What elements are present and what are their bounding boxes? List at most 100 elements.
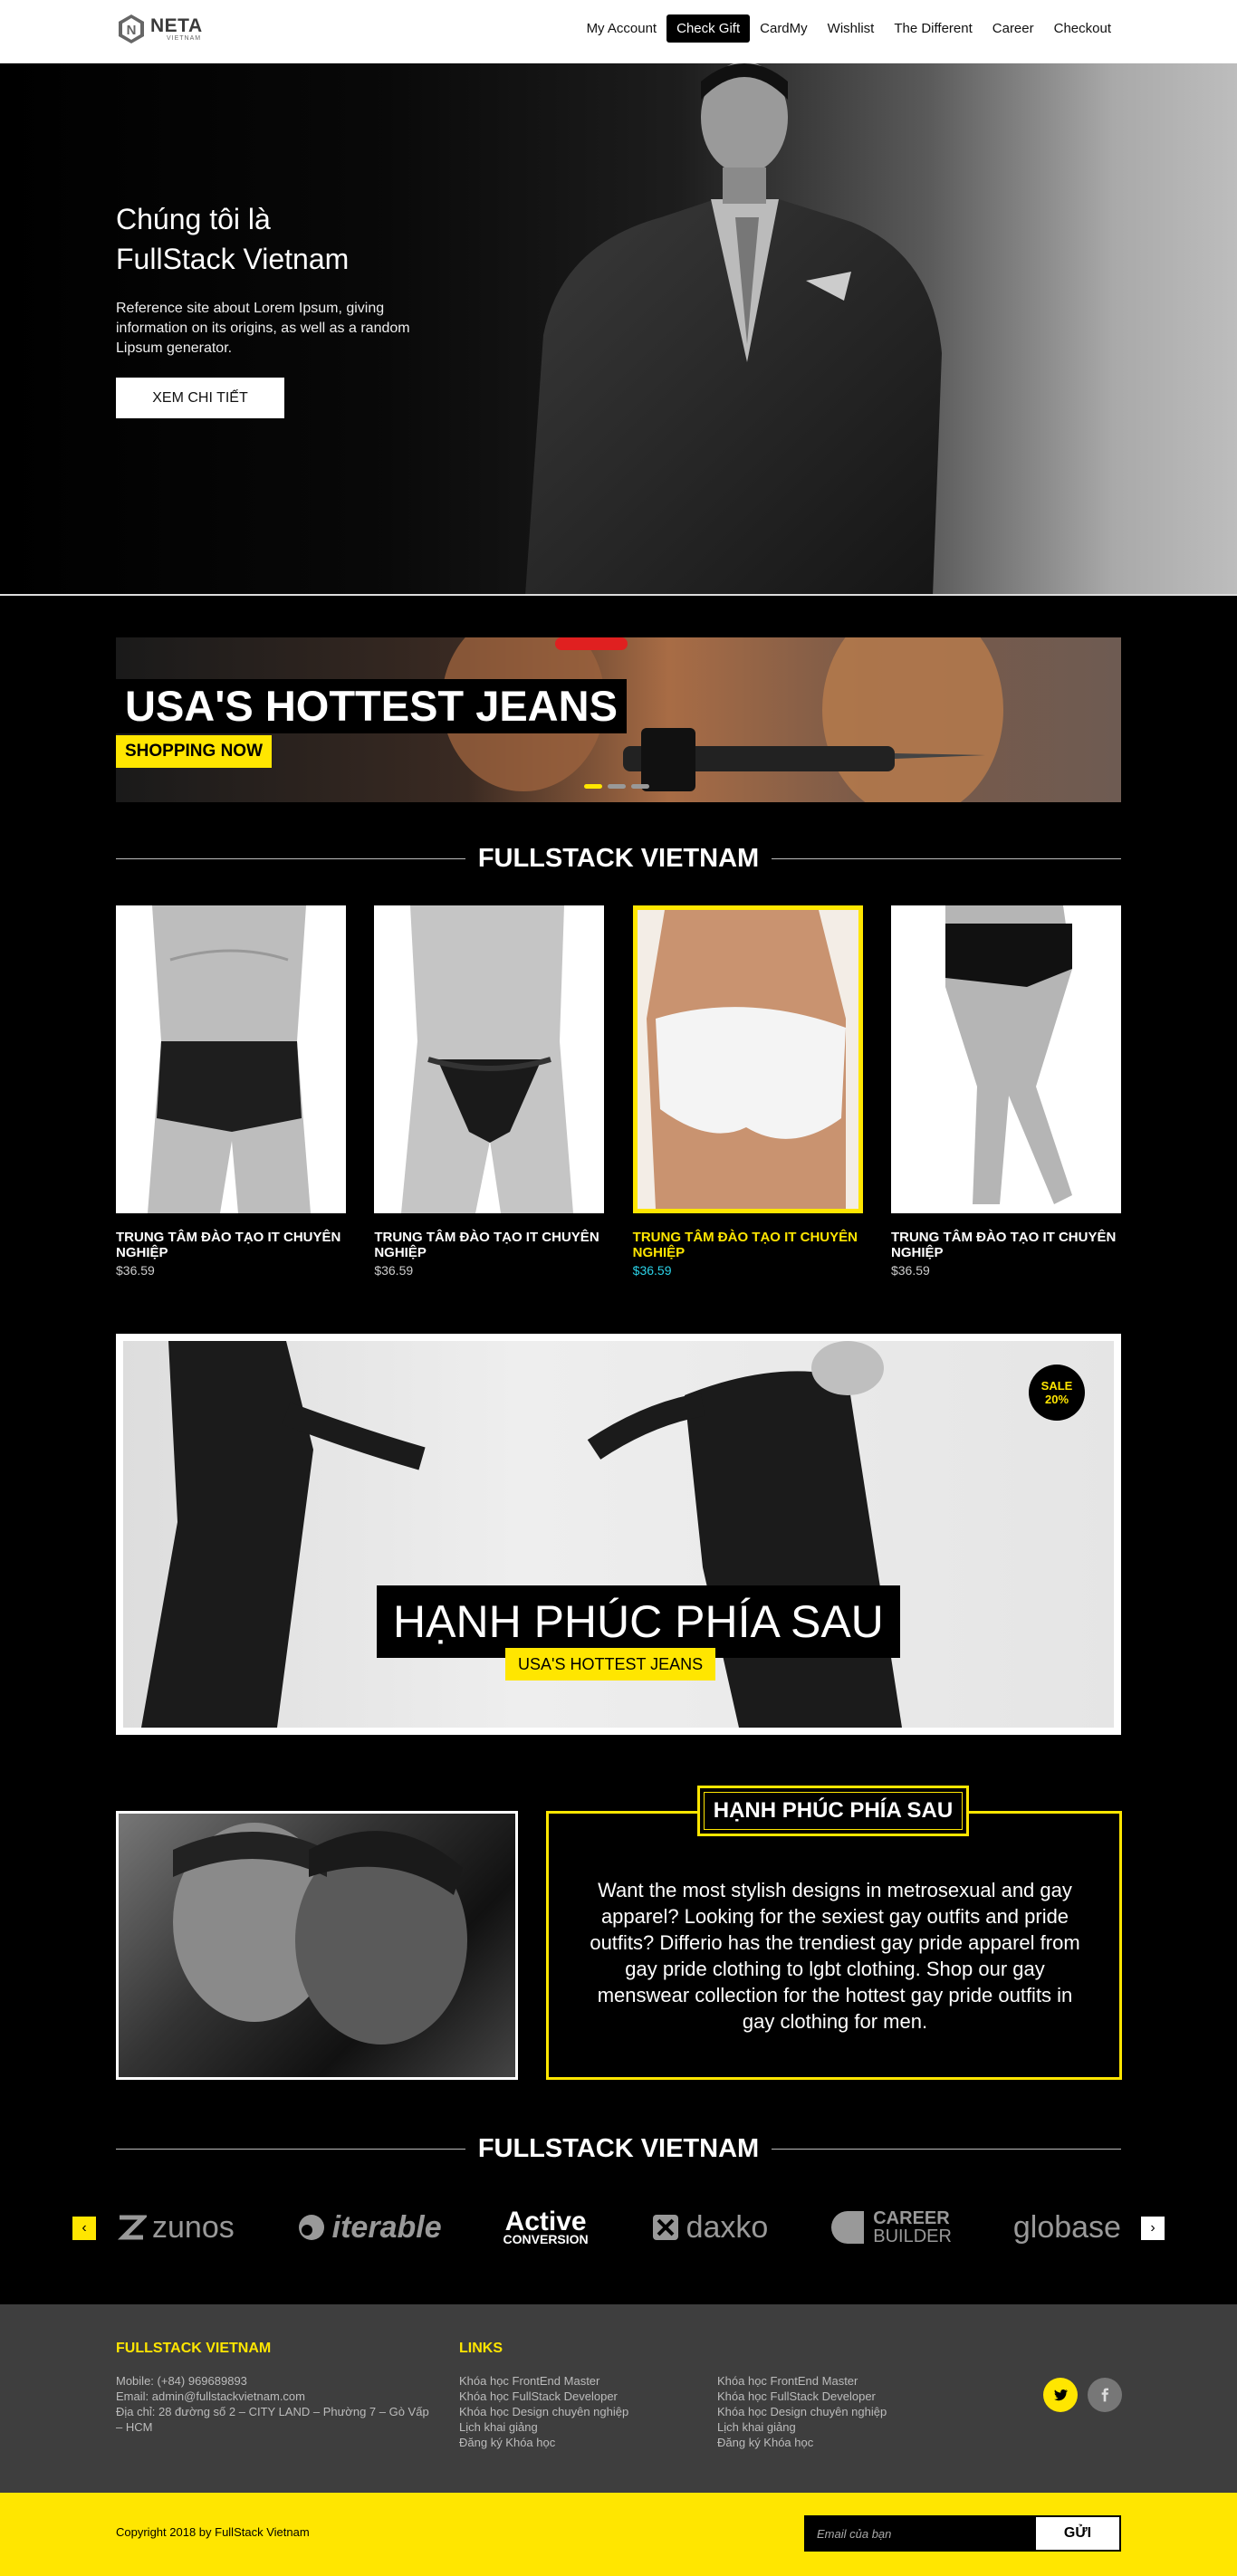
product-card-featured[interactable]: TRUNG TÂM ĐÀO TẠO IT CHUYÊN NGHIỆP $36.5… [632,905,863,1278]
hero-title-line1: Chúng tôi là [116,203,271,235]
footer-link[interactable]: Khóa học FullStack Developer [459,2389,628,2404]
nav-check-gift[interactable]: Check Gift [666,14,751,43]
promo-banner[interactable]: USA'S HOTTEST JEANS SHOPPING NOW [116,637,1121,802]
product-name[interactable]: TRUNG TÂM ĐÀO TẠO IT CHUYÊN NGHIỆP [633,1230,863,1260]
slider-dot-3[interactable] [631,784,649,789]
product-image[interactable] [632,905,863,1213]
brand-builder-label: BUILDER [873,2226,952,2246]
brand-globase[interactable]: globase [1013,2210,1121,2246]
sale-badge-line2: 20% [1044,1393,1069,1406]
brand-career-label: CAREER [873,2208,950,2228]
couple-photo [116,1811,518,2080]
section-heading-products: FULLSTACK VIETNAM [116,840,1122,876]
footer-link[interactable]: Khóa học FrontEnd Master [459,2373,628,2389]
twitter-icon[interactable] [1043,2378,1078,2412]
product-name[interactable]: TRUNG TÂM ĐÀO TẠO IT CHUYÊN NGHIỆP [374,1230,604,1260]
hero-details-button[interactable]: XEM CHI TIẾT [116,378,284,418]
send-button[interactable]: GỬI [1036,2517,1119,2550]
brand-iterable[interactable]: iterable [296,2210,442,2246]
footer-address: Địa chỉ: 28 đường số 2 – CITY LAND – Phư… [116,2405,429,2434]
newsletter-form: GỬI [804,2515,1121,2552]
logo-name: NETA [150,15,203,36]
slider-dot-2[interactable] [608,784,626,789]
footer-link[interactable]: Khóa học Design chuyên nghiệp [459,2404,628,2419]
footer-link[interactable]: Khóa học FullStack Developer [717,2389,887,2404]
logo-sub: VIETNAM [167,35,202,42]
iterable-logo-icon [298,2215,324,2240]
slider-dot-1[interactable] [584,784,602,789]
copyright-text: Copyright 2018 by FullStack Vietnam [116,2525,310,2539]
footer-email[interactable]: Email: admin@fullstackvietnam.com [116,2389,433,2404]
nav-wishlist[interactable]: Wishlist [818,14,885,43]
hero-model-image [525,63,942,594]
sale-promo-banner[interactable]: SALE 20% HẠNH PHÚC PHÍA SAU USA'S HOTTES… [116,1334,1121,1735]
product-image[interactable] [890,905,1121,1213]
sale-badge-line1: SALE [1040,1379,1073,1393]
hero-title: Chúng tôi là FullStack Vietnam [116,199,478,279]
heading-divider [116,857,465,859]
site-header: N NETA VIETNAM My Account Check Gift Car… [0,0,1237,63]
footer-link[interactable]: Lịch khai giảng [459,2419,628,2435]
product-price: $36.59 [116,1263,155,1278]
brand-daxko[interactable]: daxko [650,2209,769,2246]
about-text: Want the most stylish designs in metrose… [590,1879,1080,2033]
brand-zunos-label: zunos [152,2209,235,2245]
footer-contact-list: Mobile: (+84) 969689893 Email: admin@ful… [116,2373,433,2435]
product-price: $36.59 [632,1263,672,1278]
zunos-logo-icon [117,2215,147,2240]
product-grid: TRUNG TÂM ĐÀO TẠO IT CHUYÊN NGHIỆP $36.5… [116,905,1121,1278]
footer-company-title: FULLSTACK VIETNAM [116,2341,272,2356]
section-title: FULLSTACK VIETNAM [477,2133,760,2163]
daxko-logo-icon [652,2215,678,2240]
nav-the-different[interactable]: The Different [884,14,982,43]
careerbuilder-logo-icon [831,2211,865,2244]
sale-badge: SALE 20% [1029,1365,1085,1421]
about-label: HẠNH PHÚC PHÍA SAU [697,1786,969,1836]
chevron-left-icon[interactable]: ‹ [72,2217,96,2240]
footer-link[interactable]: Lịch khai giảng [717,2419,887,2435]
product-name[interactable]: TRUNG TÂM ĐÀO TẠO IT CHUYÊN NGHIỆP [891,1230,1121,1260]
footer-links-col2: Khóa học FrontEnd Master Khóa học FullSt… [717,2373,887,2450]
brand-active-conversion[interactable]: Active CONVERSION [503,2207,589,2247]
brand-zunos[interactable]: zunos [116,2210,235,2246]
nav-cardmy[interactable]: CardMy [750,14,818,43]
banner-title: USA'S HOTTEST JEANS [116,679,627,733]
heading-divider [772,2148,1122,2150]
brand-daxko-label: daxko [686,2209,769,2245]
shopping-now-button[interactable]: SHOPPING NOW [116,735,273,768]
logo-hex-icon: N [119,14,144,43]
nav-checkout[interactable]: Checkout [1044,14,1121,43]
brand-conversion-label: CONVERSION [503,2232,589,2247]
product-image[interactable] [374,905,605,1213]
email-input[interactable] [806,2517,1036,2550]
hero-section: Chúng tôi là FullStack Vietnam Reference… [0,63,1237,596]
brand-carousel: zunos iterable Active CONVERSION daxko C… [116,2202,1121,2253]
logo[interactable]: N NETA VIETNAM [116,13,203,45]
slider-dots [584,784,649,789]
product-image[interactable] [116,905,346,1213]
chevron-right-icon[interactable]: › [1141,2217,1165,2240]
footer-link[interactable]: Khóa học Design chuyên nghiệp [717,2404,887,2419]
product-price: $36.59 [374,1263,414,1278]
footer-link[interactable]: Đăng ký Khóa học [459,2435,628,2450]
footer-link[interactable]: Đăng ký Khóa học [717,2435,887,2450]
product-card[interactable]: TRUNG TÂM ĐÀO TẠO IT CHUYÊN NGHIỆP $36.5… [890,905,1121,1278]
brand-active-label: Active [504,2207,587,2237]
product-name[interactable]: TRUNG TÂM ĐÀO TẠO IT CHUYÊN NGHIỆP [116,1230,346,1260]
brand-careerbuilder[interactable]: CAREER BUILDER [829,2209,952,2246]
product-price: $36.59 [890,1263,930,1278]
nav-career[interactable]: Career [983,14,1044,43]
section-title: FULLSTACK VIETNAM [477,843,760,873]
nav-my-account[interactable]: My Account [577,14,667,43]
footer-phone: Mobile: (+84) 969689893 [116,2374,247,2388]
promo-title: HẠNH PHÚC PHÍA SAU [377,1585,900,1658]
hero-description: Reference site about Lorem Ipsum, giving… [116,301,410,356]
facebook-icon[interactable] [1088,2378,1122,2412]
product-card[interactable]: TRUNG TÂM ĐÀO TẠO IT CHUYÊN NGHIỆP $36.5… [116,905,346,1278]
promo-subtitle-button[interactable]: USA'S HOTTEST JEANS [505,1648,716,1681]
hero-title-line2: FullStack Vietnam [116,243,350,275]
product-card[interactable]: TRUNG TÂM ĐÀO TẠO IT CHUYÊN NGHIỆP $36.5… [374,905,605,1278]
promo-image: SALE 20% HẠNH PHÚC PHÍA SAU USA'S HOTTES… [123,1341,1114,1728]
heading-divider [116,2148,465,2150]
footer-link[interactable]: Khóa học FrontEnd Master [717,2373,887,2389]
